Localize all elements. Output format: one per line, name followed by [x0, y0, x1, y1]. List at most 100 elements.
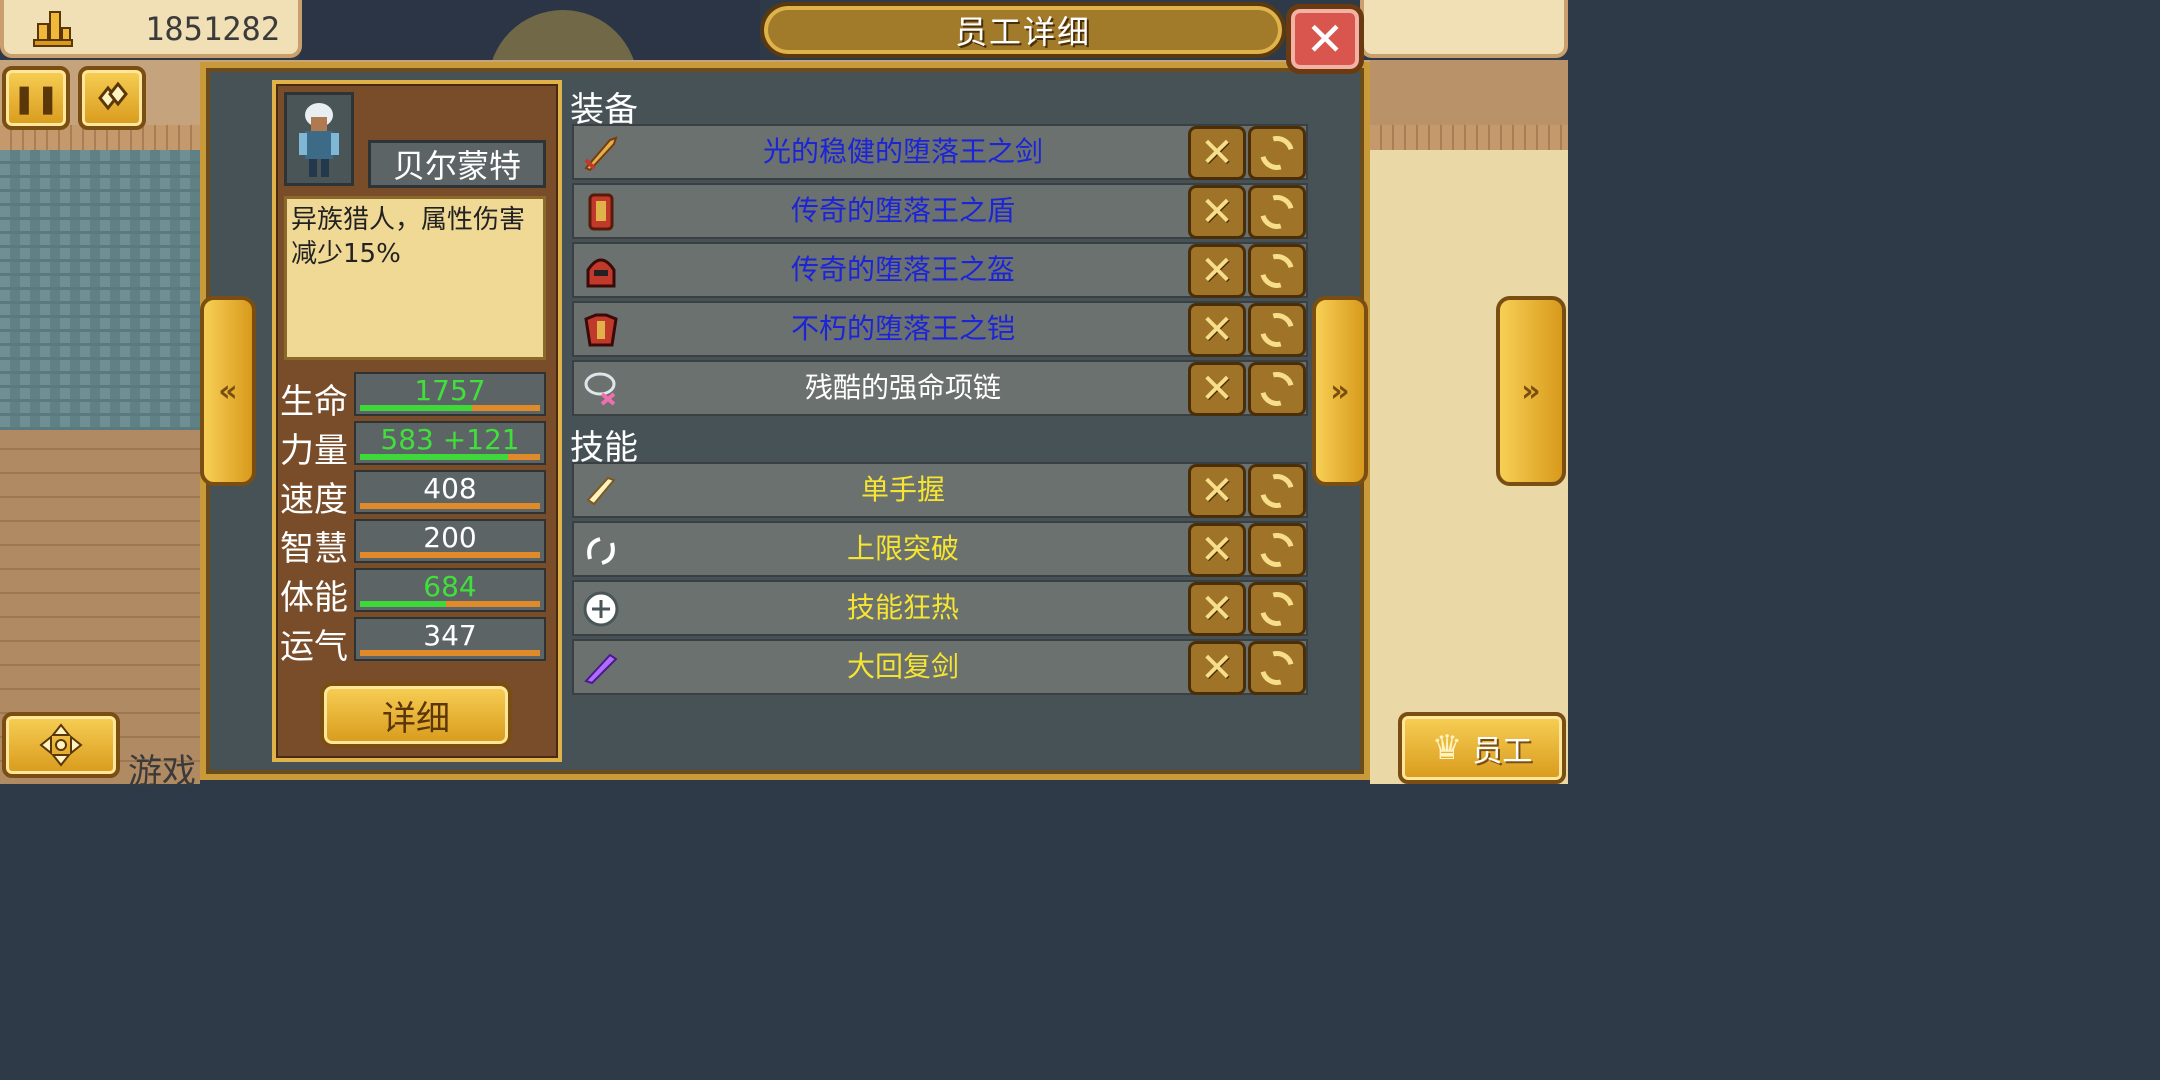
stat-progress-fill	[360, 405, 472, 411]
remove-button[interactable]: ✕	[1188, 464, 1246, 518]
swap-button[interactable]	[1248, 523, 1306, 577]
stat-bar: 200	[354, 519, 546, 563]
remove-button[interactable]: ✕	[1188, 126, 1246, 180]
railing-right	[1370, 125, 1568, 153]
staff-button-label: 员工	[1472, 734, 1533, 769]
character-name: 贝尔蒙特	[392, 147, 521, 185]
stat-bar: 684	[354, 568, 546, 612]
stat-label: 力量	[280, 431, 348, 471]
stat-progress-track	[360, 601, 540, 607]
equipment-row[interactable]: 传奇的堕落王之盾 ✕	[572, 183, 1308, 239]
swap-icon	[1253, 526, 1301, 574]
swap-button[interactable]	[1248, 185, 1306, 239]
skill-row[interactable]: 大回复剑 ✕	[572, 639, 1308, 695]
dpad-icon	[39, 723, 83, 767]
money-display: 1851282	[0, 0, 302, 58]
top-right-panel	[1360, 0, 1568, 58]
swap-icon	[1253, 129, 1301, 177]
swap-button[interactable]	[1248, 244, 1306, 298]
stat-label: 生命	[280, 382, 348, 422]
swap-button[interactable]	[1248, 362, 1306, 416]
skill-name: 上限突破	[846, 532, 959, 565]
remove-button[interactable]: ✕	[1188, 523, 1246, 577]
equipment-row[interactable]: 传奇的堕落王之盔 ✕	[572, 242, 1308, 298]
helmet-icon	[586, 258, 616, 288]
stat-progress-track	[360, 552, 540, 558]
stat-label: 智慧	[280, 529, 348, 569]
remove-icon: ✕	[1200, 527, 1234, 573]
stat-bar: 1757	[354, 372, 546, 416]
staff-button[interactable]: ♛ 员工	[1398, 712, 1566, 784]
shield-icon	[588, 193, 614, 231]
stat-progress-track	[360, 454, 540, 460]
skill-frenzy-icon	[583, 591, 619, 627]
skill-row[interactable]: 技能狂热 ✕	[572, 580, 1308, 636]
remove-button[interactable]: ✕	[1188, 244, 1246, 298]
heal-sword-icon	[584, 653, 618, 685]
swap-icon	[1253, 644, 1301, 692]
necklace-icon	[584, 372, 616, 406]
remove-button[interactable]: ✕	[1188, 582, 1246, 636]
crown-icon: ♛	[1431, 728, 1463, 768]
next-employee-button[interactable]: »	[1312, 296, 1368, 486]
armor-icon	[584, 313, 618, 347]
one-hand-grip-icon	[586, 476, 616, 506]
gems-button[interactable]	[78, 66, 146, 130]
skill-row[interactable]: 单手握 ✕	[572, 462, 1308, 518]
prev-employee-button[interactable]: «	[200, 296, 256, 486]
remove-button[interactable]: ✕	[1188, 303, 1246, 357]
equipment-name: 不朽的堕落王之铠	[790, 312, 1015, 345]
character-description: 异族猎人，属性伤害减少15%	[284, 196, 546, 360]
stat-label: 体能	[280, 578, 348, 618]
swap-icon	[1253, 467, 1301, 515]
stat-value: 583 +121	[380, 423, 520, 456]
stat-progress-track	[360, 405, 540, 411]
remove-button[interactable]: ✕	[1188, 362, 1246, 416]
detail-button[interactable]: 详细	[320, 682, 512, 748]
stat-bar: 347	[354, 617, 546, 661]
scroll-right-button[interactable]: »	[1496, 296, 1566, 486]
equipment-row[interactable]: 光的稳健的堕落王之剑 ✕	[572, 124, 1308, 180]
swap-icon	[1253, 306, 1301, 354]
remove-button[interactable]: ✕	[1188, 185, 1246, 239]
move-button[interactable]	[2, 712, 120, 778]
stat-label: 速度	[280, 480, 348, 520]
stat-bar: 408	[354, 470, 546, 514]
double-chevron-right-icon: »	[1521, 373, 1541, 409]
building-icon	[33, 11, 73, 47]
swap-icon	[1253, 188, 1301, 236]
title-bar: 员工详细	[760, 2, 1286, 58]
remove-icon: ✕	[1200, 468, 1234, 514]
stat-value: 347	[423, 619, 477, 652]
swap-button[interactable]	[1248, 303, 1306, 357]
swap-button[interactable]	[1248, 641, 1306, 695]
equipment-name: 传奇的堕落王之盔	[790, 253, 1015, 286]
remove-icon: ✕	[1200, 366, 1234, 412]
pause-button[interactable]: ❚❚	[2, 66, 70, 130]
window-title: 员工详细	[954, 13, 1091, 51]
swap-icon	[1253, 365, 1301, 413]
stone-floor	[0, 150, 200, 430]
swap-button[interactable]	[1248, 464, 1306, 518]
game-label: 游戏	[128, 752, 196, 792]
swap-button[interactable]	[1248, 582, 1306, 636]
stat-label: 运气	[280, 627, 348, 667]
remove-button[interactable]: ✕	[1188, 641, 1246, 695]
stat-progress-track	[360, 503, 540, 509]
stat-value: 1757	[414, 374, 486, 407]
remove-icon: ✕	[1200, 189, 1234, 235]
close-icon: ✕	[1305, 12, 1345, 66]
remove-icon: ✕	[1200, 307, 1234, 353]
equipment-row[interactable]: 不朽的堕落王之铠 ✕	[572, 301, 1308, 357]
swap-icon	[1253, 247, 1301, 295]
sword-icon	[584, 136, 618, 172]
equipment-name: 传奇的堕落王之盾	[790, 194, 1015, 227]
swap-button[interactable]	[1248, 126, 1306, 180]
skill-row[interactable]: 上限突破 ✕	[572, 521, 1308, 577]
equipment-row[interactable]: 残酷的强命项链 ✕	[572, 360, 1308, 416]
stat-value: 684	[423, 570, 477, 603]
close-button[interactable]: ✕	[1286, 4, 1364, 74]
remove-icon: ✕	[1200, 645, 1234, 691]
stat-value: 408	[423, 472, 477, 505]
remove-icon: ✕	[1200, 586, 1234, 632]
